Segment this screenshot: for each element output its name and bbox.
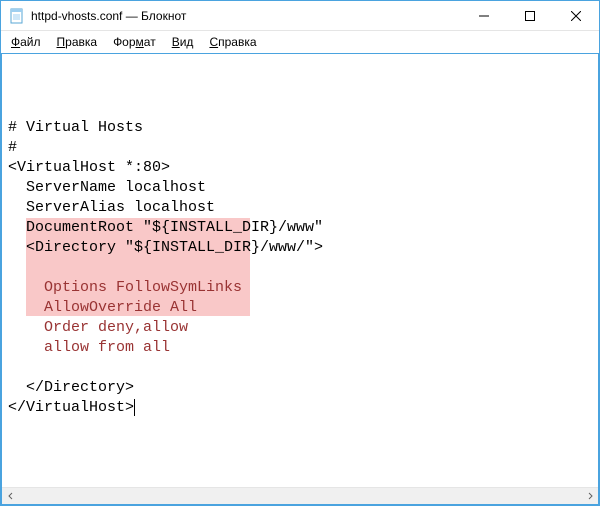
notepad-window: httpd-vhosts.conf — Блокнот Файл Правка …	[0, 0, 600, 506]
close-button[interactable]	[553, 1, 599, 30]
maximize-button[interactable]	[507, 1, 553, 30]
code-line: </Directory>	[8, 378, 592, 398]
window-title: httpd-vhosts.conf — Блокнот	[31, 9, 461, 23]
code-line: ServerName localhost	[8, 178, 592, 198]
text-caret	[134, 399, 135, 416]
scroll-track[interactable]	[19, 488, 581, 504]
code-line-highlighted: Order deny,allow	[8, 318, 592, 338]
code-line-highlighted: AllowOverride All	[8, 298, 592, 318]
scroll-left-icon[interactable]	[2, 488, 19, 505]
code-line: <VirtualHost *:80>	[8, 158, 592, 178]
code-line: ServerAlias localhost	[8, 198, 592, 218]
code-line: </VirtualHost>	[8, 398, 592, 418]
code-line	[8, 258, 592, 278]
menubar: Файл Правка Формат Вид Справка	[1, 31, 599, 53]
menu-edit[interactable]: Правка	[51, 33, 104, 51]
code-line: # Virtual Hosts	[8, 118, 592, 138]
menu-view[interactable]: Вид	[166, 33, 200, 51]
horizontal-scrollbar[interactable]	[2, 487, 598, 504]
text-editor[interactable]: # Virtual Hosts#<VirtualHost *:80> Serve…	[2, 54, 598, 487]
scroll-right-icon[interactable]	[581, 488, 598, 505]
notepad-app-icon	[9, 8, 25, 24]
code-line: #	[8, 138, 592, 158]
code-line: DocumentRoot "${INSTALL_DIR}/www"	[8, 218, 592, 238]
menu-help[interactable]: Справка	[203, 33, 262, 51]
code-line-highlighted: Options FollowSymLinks	[8, 278, 592, 298]
menu-format[interactable]: Формат	[107, 33, 162, 51]
code-line: <Directory "${INSTALL_DIR}/www/">	[8, 238, 592, 258]
code-line	[8, 358, 592, 378]
window-controls	[461, 1, 599, 30]
text-content: # Virtual Hosts#<VirtualHost *:80> Serve…	[8, 118, 592, 418]
titlebar: httpd-vhosts.conf — Блокнот	[1, 1, 599, 31]
minimize-button[interactable]	[461, 1, 507, 30]
editor-frame: # Virtual Hosts#<VirtualHost *:80> Serve…	[1, 53, 599, 505]
menu-file[interactable]: Файл	[5, 33, 47, 51]
code-line-highlighted: allow from all	[8, 338, 592, 358]
